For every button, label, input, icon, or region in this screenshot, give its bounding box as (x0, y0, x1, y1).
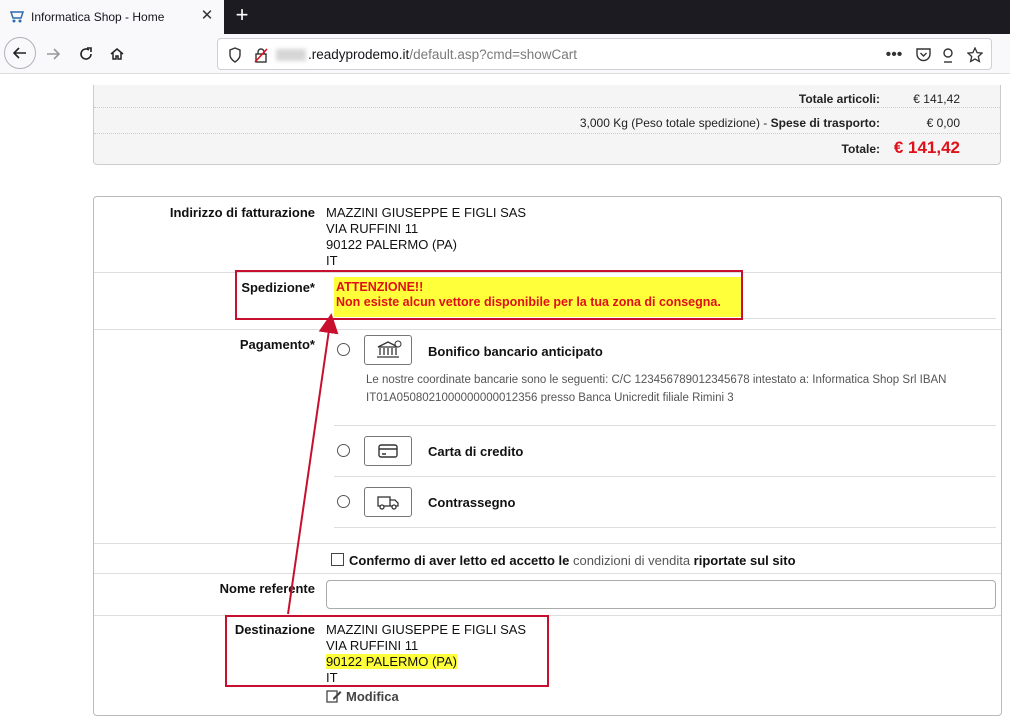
site-favicon-icon (9, 9, 25, 25)
billing-line: VIA RUFFINI 11 (326, 221, 419, 236)
pocket-icon[interactable] (914, 46, 932, 64)
shield-icon[interactable] (226, 46, 244, 64)
url-text: .readyprodemo.it/default.asp?cmd=showCar… (276, 47, 577, 62)
consent-prefix: Confermo di aver letto ed accetto le (349, 553, 570, 568)
reload-button[interactable] (71, 39, 101, 69)
tab-title: Informatica Shop - Home (31, 10, 165, 24)
cart-totals-box: Totale articoli: € 141,42 3,000 Kg (Peso… (93, 85, 1001, 165)
referent-name-label: Nome referente (219, 581, 315, 596)
destination-annotation-box (225, 615, 549, 687)
divider (94, 573, 1001, 574)
consent-suffix: riportate sul sito (693, 553, 796, 568)
referent-name-input[interactable] (326, 580, 996, 609)
billing-line: IT (326, 253, 338, 268)
back-button[interactable] (4, 37, 36, 69)
grand-total-label: Totale: (841, 142, 880, 156)
grand-total-value: € 141,42 (893, 138, 960, 157)
account-icon[interactable] (939, 46, 957, 64)
browser-nav-bar: .readyprodemo.it/default.asp?cmd=showCar… (0, 34, 1010, 74)
divider (334, 476, 996, 477)
payment-radio-cod[interactable] (337, 495, 350, 508)
bookmark-star-icon[interactable] (966, 46, 984, 64)
shipping-cost-value: € 0,00 (926, 116, 960, 130)
payment-name-bank[interactable]: Bonifico bancario anticipato (428, 344, 603, 359)
browser-tab-bar: Informatica Shop - Home ✕ + (0, 0, 1010, 34)
payment-name-cod[interactable]: Contrassegno (428, 495, 515, 510)
items-total-label: Totale articoli: (798, 92, 880, 106)
edit-icon (326, 690, 342, 703)
divider (94, 107, 1000, 108)
divider (334, 527, 996, 528)
forward-button[interactable] (38, 39, 68, 69)
terms-checkbox[interactable] (331, 553, 344, 566)
billing-address: MAZZINI GIUSEPPE E FIGLI SAS VIA RUFFINI… (326, 205, 526, 269)
billing-address-label: Indirizzo di fatturazione (169, 205, 315, 220)
bank-transfer-description: Le nostre coordinate bancarie sono le se… (366, 374, 947, 404)
browser-tab[interactable]: Informatica Shop - Home ✕ (0, 0, 224, 34)
terms-consent-text: Confermo di aver letto ed accetto le con… (349, 553, 796, 568)
delivery-truck-icon (364, 487, 412, 517)
divider (94, 133, 1000, 134)
shipping-weight-text: 3,000 Kg (Peso totale spedizione) - (579, 116, 771, 130)
home-button[interactable] (102, 39, 132, 69)
shipping-cost-label: 3,000 Kg (Peso totale spedizione) - Spes… (580, 116, 880, 130)
billing-line: 90122 PALERMO (PA) (326, 237, 458, 252)
new-tab-icon[interactable]: + (230, 4, 254, 28)
shipping-annotation-box (235, 270, 743, 320)
divider (334, 425, 996, 426)
credit-card-icon (364, 436, 412, 466)
tab-close-icon[interactable]: ✕ (198, 7, 216, 25)
payment-name-card[interactable]: Carta di credito (428, 444, 523, 459)
divider (94, 543, 1001, 544)
edit-destination-link[interactable]: Modifica (326, 688, 399, 704)
items-total-value: € 141,42 (913, 92, 960, 106)
bank-icon (364, 335, 412, 365)
payment-label: Pagamento* (239, 337, 315, 352)
url-bar[interactable]: .readyprodemo.it/default.asp?cmd=showCar… (217, 38, 992, 70)
billing-line: MAZZINI GIUSEPPE E FIGLI SAS (326, 205, 527, 220)
shipping-cost-title: Spese di trasporto: (770, 116, 880, 130)
payment-radio-card[interactable] (337, 444, 350, 457)
divider (94, 329, 1001, 330)
insecure-lock-icon[interactable] (252, 46, 270, 64)
more-actions-icon[interactable]: ••• (885, 46, 903, 64)
edit-destination-label[interactable]: Modifica (346, 689, 399, 704)
payment-radio-bank[interactable] (337, 343, 350, 356)
terms-link[interactable]: condizioni di vendita (573, 553, 690, 568)
page-content: Totale articoli: € 141,42 3,000 Kg (Peso… (0, 75, 1010, 716)
